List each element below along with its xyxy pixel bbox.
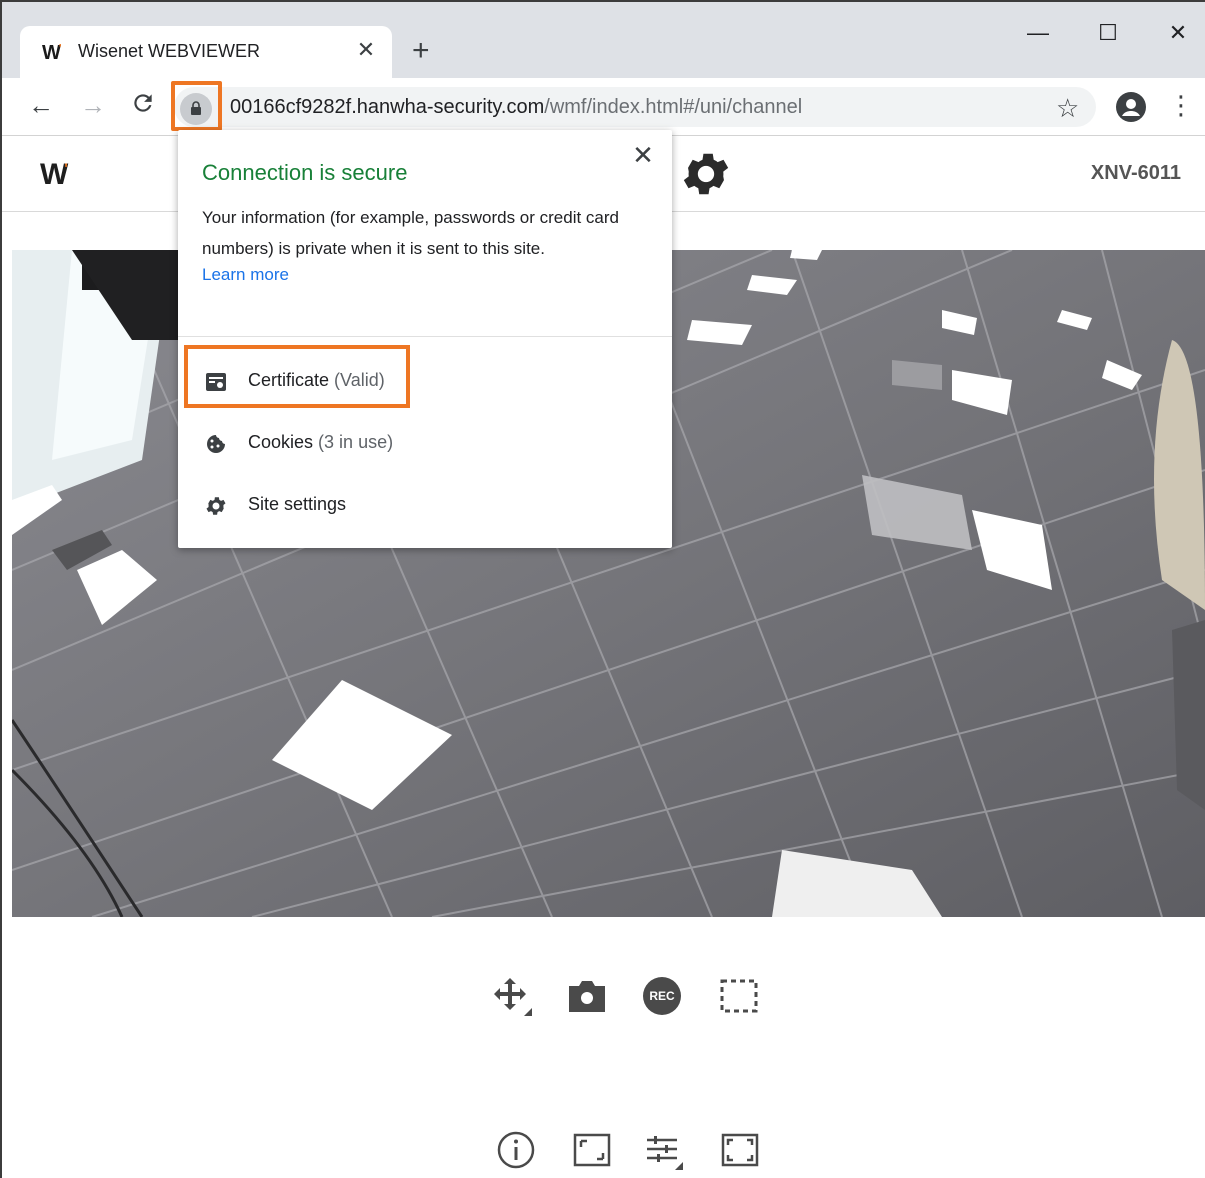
reload-button[interactable]: [126, 90, 160, 123]
aspect-ratio-icon: [573, 1133, 611, 1167]
fullscreen-button[interactable]: [718, 1128, 762, 1172]
cookies-item[interactable]: Cookies (3 in use): [178, 418, 672, 468]
cookie-icon: [207, 435, 225, 453]
move-button[interactable]: [490, 974, 534, 1018]
snapshot-button[interactable]: [565, 974, 609, 1018]
browser-menu-icon[interactable]: ⋮: [1168, 92, 1194, 118]
wisenet-logo[interactable]: W': [40, 158, 68, 192]
info-button[interactable]: [494, 1128, 538, 1172]
person-icon: [1122, 99, 1140, 116]
minimize-button[interactable]: —: [1018, 20, 1058, 46]
select-area-button[interactable]: [717, 974, 761, 1018]
lock-icon: [191, 101, 201, 115]
camera-icon: [569, 981, 605, 1012]
tab-close-icon[interactable]: ✕: [354, 38, 378, 62]
settings-gear-icon[interactable]: [678, 146, 734, 202]
learn-more-link[interactable]: Learn more: [202, 265, 289, 285]
image-adjust-button[interactable]: [643, 1128, 687, 1172]
site-settings-label: Site settings: [248, 494, 347, 514]
maximize-button[interactable]: ☐: [1088, 20, 1128, 46]
url-text[interactable]: 00166cf9282f.hanwha-security.com/wmf/ind…: [230, 96, 802, 119]
certificate-highlight: [184, 345, 410, 408]
cookies-label: Cookies (3 in use): [248, 432, 394, 452]
forward-button[interactable]: →: [76, 90, 110, 121]
site-settings-item[interactable]: Site settings: [178, 480, 672, 530]
browser-toolbar: ← → 00166cf9282f.hanwha-security.com/wmf…: [2, 78, 1205, 136]
select-area-icon: [720, 979, 758, 1013]
wisenet-favicon-icon: W': [42, 42, 61, 64]
fullscreen-icon: [721, 1133, 759, 1167]
close-window-button[interactable]: ✕: [1158, 20, 1198, 46]
connection-description: Your information (for example, passwords…: [202, 208, 619, 258]
tab-title: Wisenet WEBVIEWER: [78, 41, 261, 61]
record-button[interactable]: REC: [640, 974, 684, 1018]
info-icon: [497, 1131, 535, 1169]
move-icon: [494, 978, 532, 1016]
gear-icon: [206, 497, 226, 515]
site-info-popup: ✕ Connection is secure Your information …: [178, 130, 672, 548]
address-bar[interactable]: 00166cf9282f.hanwha-security.com/wmf/ind…: [171, 81, 1096, 131]
adjust-icon: [647, 1136, 683, 1170]
bookmark-star-icon[interactable]: ☆: [1056, 93, 1079, 124]
browser-tab[interactable]: W' Wisenet WEBVIEWER ✕: [20, 26, 392, 78]
profile-avatar-icon[interactable]: [1116, 92, 1146, 122]
popup-divider: [178, 336, 672, 337]
popup-close-icon[interactable]: ✕: [628, 140, 658, 171]
tab-strip: W' Wisenet WEBVIEWER ✕ + — ☐ ✕: [2, 2, 1205, 78]
record-label: REC: [649, 989, 675, 1003]
site-info-button[interactable]: [180, 93, 212, 125]
browser-window: W' Wisenet WEBVIEWER ✕ + — ☐ ✕ ← → 00166…: [0, 0, 1205, 1178]
connection-status-title: Connection is secure: [202, 160, 408, 185]
new-tab-button[interactable]: +: [412, 36, 430, 66]
back-button[interactable]: ←: [24, 90, 58, 121]
playback-controls: REC: [2, 974, 1205, 1022]
camera-model-label: XNV-6011: [1090, 162, 1181, 184]
view-controls: [2, 1128, 1205, 1176]
aspect-ratio-button[interactable]: [570, 1128, 614, 1172]
reload-icon: [134, 94, 152, 112]
